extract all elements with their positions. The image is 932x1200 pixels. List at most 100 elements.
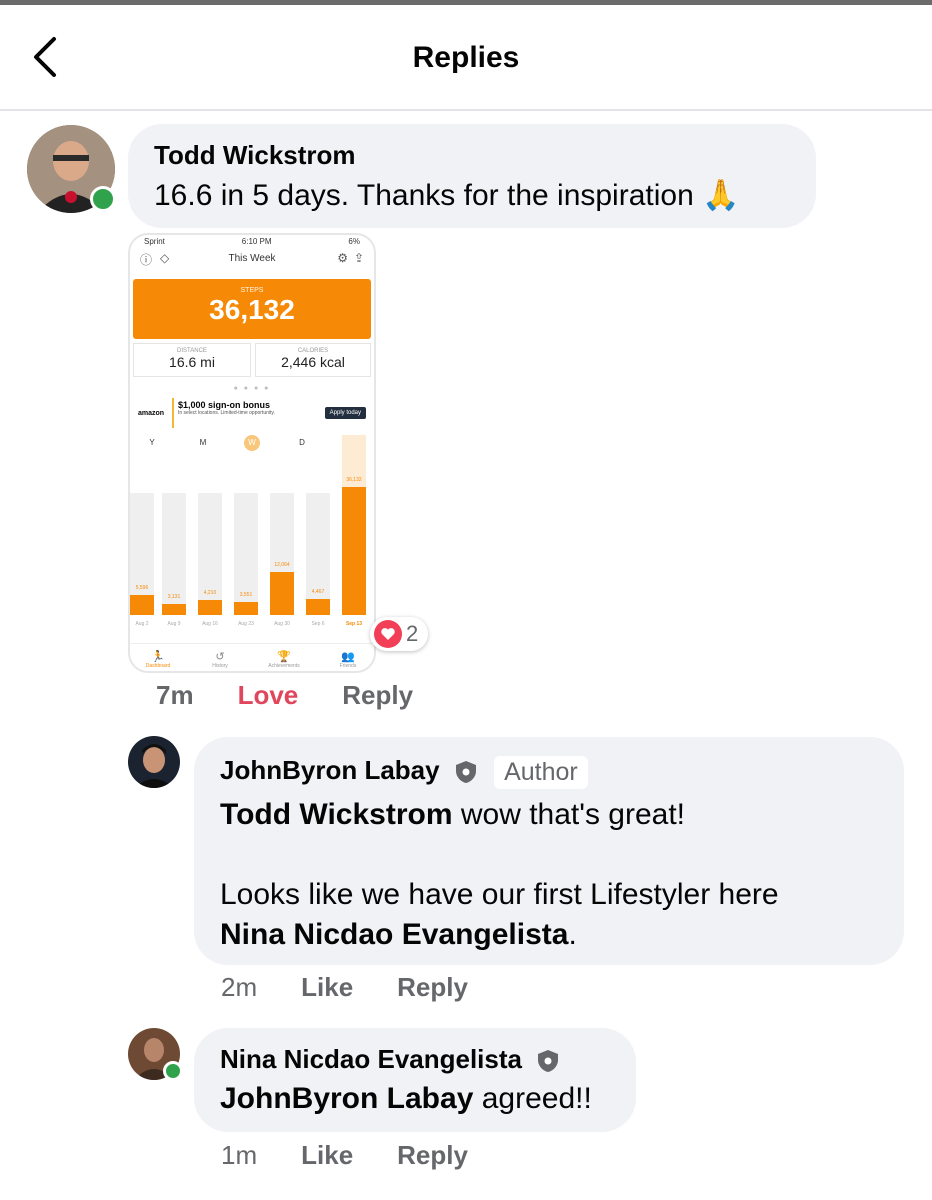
history-icon: ↺ — [215, 651, 225, 663]
page-dots: ● ● ● ● — [233, 385, 271, 392]
comment-text-part: . — [568, 918, 577, 951]
bar-value-label: 3,551 — [239, 592, 253, 599]
bar-value-label: 4,467 — [311, 589, 325, 596]
comment-text: 16.6 in 5 days. Thanks for the inspirati… — [154, 179, 740, 212]
ad-headline: $1,000 sign-on bonus — [178, 400, 271, 410]
runner-icon: 🏃 — [151, 651, 165, 663]
bar-value-label: 12,064 — [274, 562, 290, 569]
tab-achievements: 🏆 Achievements — [262, 650, 306, 669]
clock-label: 6:10 PM — [241, 237, 272, 246]
reaction-count[interactable]: 2 — [370, 617, 429, 651]
tab-achievements-label: Achievements — [268, 663, 300, 669]
comment-time[interactable]: 1m — [221, 1140, 257, 1171]
distance-label: DISTANCE — [177, 348, 207, 354]
reply-button[interactable]: Reply — [342, 680, 413, 711]
bar-date-label: Sep 6 — [311, 621, 325, 627]
comment-bubble[interactable]: Nina Nicdao Evangelista JohnByron Labay … — [194, 1028, 636, 1132]
bar — [162, 603, 186, 615]
comment-actions: 2m Like Reply — [221, 972, 512, 1003]
comment-text-part: agreed!! — [473, 1082, 592, 1115]
carrier-label: Sprint — [144, 237, 165, 246]
tab-friends: 👥 Friends — [326, 650, 370, 669]
period-tabs: Y M W D H — [130, 435, 374, 455]
tab-history-label: History — [212, 663, 228, 669]
mention-link[interactable]: Nina Nicdao Evangelista — [220, 918, 568, 951]
heart-icon — [374, 620, 402, 648]
phone-status-bar: Sprint 6:10 PM 6% — [130, 235, 374, 249]
calories-label: CALORIES — [297, 348, 329, 354]
author-badge: Author — [494, 755, 588, 789]
comment-time[interactable]: 7m — [156, 680, 194, 711]
like-button[interactable]: Like — [301, 972, 353, 1003]
steps-card: STEPS 36,132 — [133, 279, 371, 339]
bar — [198, 600, 222, 615]
period-tab: D — [299, 438, 305, 447]
avatar-johnbyron[interactable] — [128, 736, 180, 788]
settings-icon: ⚙ — [337, 251, 348, 265]
comment-author[interactable]: Nina Nicdao Evangelista — [220, 1044, 522, 1074]
comment-text: Looks like we have our first Lifestyler … — [220, 875, 840, 955]
bar-value-label: 4,210 — [203, 590, 217, 597]
bar-date-label: Aug 16 — [202, 621, 218, 627]
calories-value: 2,446 kcal — [281, 354, 345, 370]
bar-date-label: Aug 23 — [238, 621, 254, 627]
bar — [306, 599, 330, 615]
phone-tab-bar: 🏃 Dashboard ↺ History 🏆 Achievements 👥 Frien… — [130, 643, 374, 671]
bar-date-label: Aug 9 — [167, 621, 181, 627]
online-status-icon — [90, 186, 116, 212]
bar-date-label: Sep 13 — [345, 621, 363, 627]
header: Replies — [0, 5, 932, 111]
page-title: Replies — [412, 41, 520, 74]
steps-value: 36,132 — [209, 294, 295, 325]
comment-text-part: Looks like we have our first Lifestyler … — [220, 878, 779, 911]
shield-badge-icon — [538, 1050, 559, 1073]
mention-link[interactable]: JohnByron Labay — [220, 1082, 473, 1115]
battery-label: 6% — [348, 237, 360, 246]
steps-bar-chart: 5,596 Aug 2 3,131 Aug 9 4,210 Aug 16 3,551 Aug … — [130, 435, 374, 635]
comment-time[interactable]: 2m — [221, 972, 257, 1003]
tab-friends-label: Friends — [339, 663, 357, 669]
bar — [234, 602, 258, 615]
bar-date-label: Aug 30 — [274, 621, 290, 627]
comment-actions: 7m Love Reply — [156, 680, 457, 711]
comment-header: JohnByron Labay Author — [220, 755, 588, 789]
share-icon: ⇪ — [353, 251, 364, 265]
comment-author[interactable]: Todd Wickstrom — [154, 140, 356, 171]
bar-value-label: 5,596 — [135, 585, 149, 592]
bar-value-label: 3,131 — [167, 593, 181, 600]
trophy-icon: 🏆 — [277, 651, 291, 663]
online-status-icon — [163, 1061, 183, 1081]
bar — [270, 572, 294, 615]
period-tab: M — [199, 438, 207, 447]
distance-value: 16.6 mi — [169, 354, 215, 370]
reaction-count-label: 2 — [406, 621, 419, 646]
period-tab-selected: W — [244, 435, 260, 451]
mention-link[interactable]: Todd Wickstrom — [220, 798, 453, 831]
ad-button: Apply today — [324, 407, 366, 419]
shield-badge-icon — [455, 761, 476, 784]
comment-bubble[interactable]: Todd Wickstrom 16.6 in 5 days. Thanks fo… — [128, 124, 816, 228]
comment-text: JohnByron Labay agreed!! — [220, 1082, 592, 1116]
period-tab: Y — [149, 438, 155, 447]
bar-date-label: Aug 2 — [135, 621, 149, 627]
friends-icon: 👥 — [341, 651, 355, 663]
steps-label: STEPS — [240, 287, 264, 294]
reply-button[interactable]: Reply — [397, 972, 468, 1003]
comment-actions: 1m Like Reply — [221, 1140, 512, 1171]
attached-image[interactable]: Sprint 6:10 PM 6% ⓘ ◇ This Week ⚙ ⇪ STEP… — [128, 233, 376, 673]
calories-card: CALORIES 2,446 kcal — [255, 343, 371, 377]
ad-banner: amazon $1,000 sign-on bonus In select lo… — [130, 398, 374, 428]
bar — [130, 595, 154, 615]
bar-value-label: 36,132 — [346, 476, 362, 483]
comment-text: Todd Wickstrom wow that's great! — [220, 795, 685, 835]
distance-card: DISTANCE 16.6 mi — [133, 343, 251, 377]
comment-bubble[interactable]: JohnByron Labay Author Todd Wickstrom wo… — [194, 737, 904, 965]
love-button[interactable]: Love — [238, 680, 299, 711]
comment-text-part: wow that's great! — [452, 798, 686, 831]
comment-author[interactable]: JohnByron Labay — [220, 755, 440, 785]
reply-button[interactable]: Reply — [397, 1140, 468, 1171]
bar — [342, 486, 366, 615]
tab-dashboard-label: Dashboard — [145, 663, 171, 669]
bar-track — [198, 493, 222, 615]
like-button[interactable]: Like — [301, 1140, 353, 1171]
